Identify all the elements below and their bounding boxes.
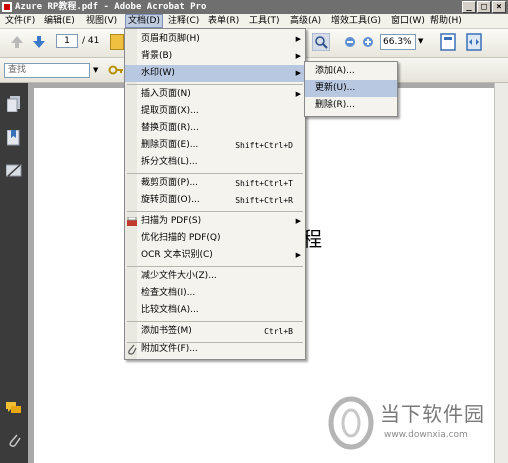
menu-separator (127, 321, 303, 322)
menu-item-optimize-scanned-pdf[interactable]: 优化扫描的 PDF(Q) (125, 230, 305, 247)
fit-width-icon[interactable] (466, 33, 482, 51)
menu-separator (127, 211, 303, 212)
menu-item-attach-file[interactable]: 附加文件(F)... (125, 341, 305, 358)
zoom-tool-icon[interactable] (312, 33, 330, 51)
menu-separator (127, 266, 303, 267)
document-menu: 页眉和页脚(H) ▶ 背景(B) ▶ 水印(W) ▶ 插入页面(N) ▶ 提取页面(X)… (124, 28, 306, 360)
menu-item-crop-pages[interactable]: 裁剪页面(P)... Shift+Ctrl+T (125, 175, 305, 192)
bookmarks-icon[interactable] (7, 130, 21, 146)
close-button[interactable]: × (492, 1, 506, 13)
site-watermark-logo (328, 396, 374, 450)
page-total: / 41 (82, 36, 100, 46)
paperclip-icon (128, 344, 137, 355)
scanner-icon (127, 217, 137, 226)
zoom-out-icon[interactable] (344, 36, 356, 48)
minimize-button[interactable]: _ (462, 1, 476, 13)
menu-edit[interactable]: 编辑(E) (42, 14, 77, 28)
menu-item-replace-pages[interactable]: 替换页面(R)... (125, 120, 305, 137)
attachments-paperclip-icon[interactable] (7, 432, 21, 448)
menu-item-insert-pages[interactable]: 插入页面(N) ▶ (125, 86, 305, 103)
menu-file[interactable]: 文件(F) (3, 14, 37, 28)
site-watermark-url: www.downxia.com (384, 430, 468, 440)
menu-separator (127, 84, 303, 85)
menu-item-watermark[interactable]: 水印(W) ▶ (125, 65, 305, 82)
menu-item-header-footer[interactable]: 页眉和页脚(H) ▶ (125, 31, 305, 48)
menu-item-reduce-file-size[interactable]: 减少文件大小(Z)... (125, 268, 305, 285)
comments-icon[interactable] (6, 402, 22, 416)
menu-item-background[interactable]: 背景(B) ▶ (125, 48, 305, 65)
zoom-level-field[interactable]: 66.3% (380, 34, 416, 50)
key-icon[interactable] (108, 62, 124, 78)
menu-plugins[interactable]: 增效工具(G) (329, 14, 383, 28)
next-page-icon[interactable] (32, 35, 46, 49)
signatures-icon[interactable] (6, 163, 22, 179)
page-number-input[interactable]: 1 (56, 34, 78, 48)
submenu-item-remove[interactable]: 删除(R)... (305, 97, 397, 114)
menu-document[interactable]: 文档(D) (125, 14, 163, 28)
window-title: Azure RP教程.pdf - Adobe Acrobat Pro (15, 2, 207, 12)
menu-help[interactable]: 帮助(H) (428, 14, 464, 28)
menu-item-extract-pages[interactable]: 提取页面(X)... (125, 103, 305, 120)
menu-item-delete-pages[interactable]: 删除页面(E)... Shift+Ctrl+D (125, 137, 305, 154)
zoom-in-icon[interactable] (362, 36, 374, 48)
menu-bar: 文件(F) 编辑(E) 视图(V) 文档(D) 注释(C) 表单(R) 工具(T… (0, 14, 508, 29)
submenu-item-update[interactable]: 更新(U)... (305, 80, 397, 97)
menu-advanced[interactable]: 高级(A) (288, 14, 323, 28)
search-dropdown-chevron-icon[interactable]: ▼ (93, 66, 98, 74)
menu-item-scan-to-pdf[interactable]: 扫描为 PDF(S) ▶ (125, 213, 305, 230)
site-watermark-name: 当下软件园 (380, 402, 485, 426)
folder-icon[interactable] (110, 34, 124, 50)
pages-icon[interactable] (7, 96, 21, 112)
menu-item-compare-documents[interactable]: 比较文档(A)... (125, 302, 305, 319)
menu-separator (127, 173, 303, 174)
watermark-submenu: 添加(A)... 更新(U)... 删除(R)... (304, 61, 398, 117)
acrobat-app-icon (2, 2, 12, 12)
menu-item-ocr[interactable]: OCR 文本识别(C) ▶ (125, 247, 305, 264)
menu-comments[interactable]: 注释(C) (166, 14, 201, 28)
submenu-item-add[interactable]: 添加(A)... (305, 63, 397, 80)
menu-view[interactable]: 视图(V) (84, 14, 119, 28)
fit-page-icon[interactable] (440, 33, 456, 51)
menu-item-add-bookmark[interactable]: 添加书签(M) Ctrl+B (125, 323, 305, 340)
menu-item-rotate-pages[interactable]: 旋转页面(O)... Shift+Ctrl+R (125, 192, 305, 209)
previous-page-icon[interactable] (10, 35, 24, 49)
menu-window[interactable]: 窗口(W) (389, 14, 427, 28)
menu-forms[interactable]: 表单(R) (206, 14, 241, 28)
menu-item-examine-document[interactable]: 检查文档(I)... (125, 285, 305, 302)
menu-item-split-document[interactable]: 拆分文档(L)... (125, 154, 305, 171)
zoom-dropdown-chevron-icon[interactable]: ▼ (418, 37, 423, 45)
vertical-scrollbar[interactable] (494, 83, 508, 463)
menu-tools[interactable]: 工具(T) (247, 14, 282, 28)
search-input[interactable]: 查找 (4, 63, 90, 78)
title-bar: Azure RP教程.pdf - Adobe Acrobat Pro _ □ × (0, 0, 508, 14)
maximize-button[interactable]: □ (477, 1, 491, 13)
